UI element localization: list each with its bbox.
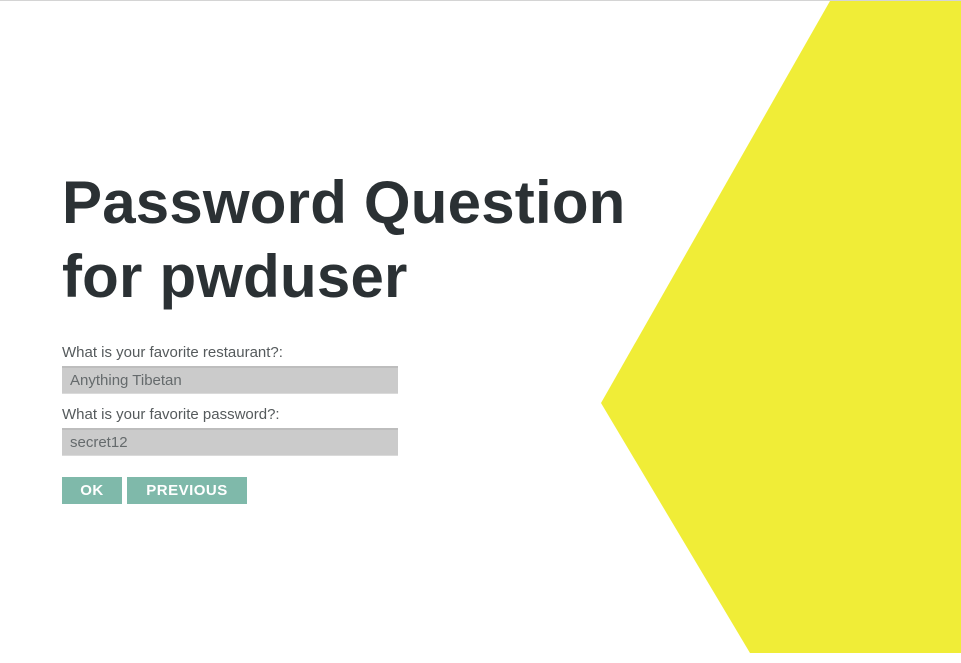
restaurant-answer-field[interactable]	[62, 366, 398, 394]
previous-button[interactable]: PREVIOUS	[127, 477, 247, 504]
ok-button[interactable]: OK	[62, 477, 122, 504]
page-title-line-2: for pwduser	[62, 243, 408, 310]
yellow-chevron-polygon	[601, 1, 961, 653]
yellow-chevron-shape	[601, 1, 961, 653]
page-title: Password Question for pwduser	[62, 166, 662, 314]
page-title-line-1: Password Question	[62, 169, 626, 236]
page-frame: Password Question for pwduser What is yo…	[0, 0, 961, 663]
restaurant-question-label: What is your favorite restaurant?:	[62, 344, 283, 361]
password-answer-field[interactable]	[62, 428, 398, 456]
password-question-label: What is your favorite password?:	[62, 406, 280, 423]
